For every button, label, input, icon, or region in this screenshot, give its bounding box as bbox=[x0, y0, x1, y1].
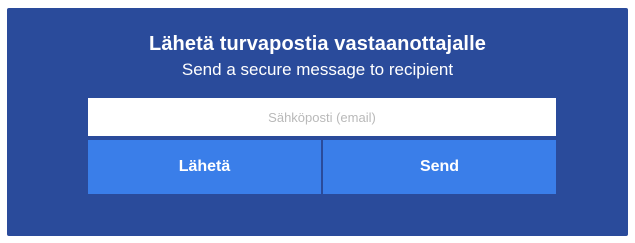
email-field-container bbox=[88, 98, 556, 136]
send-buttons: Lähetä Send bbox=[88, 140, 556, 194]
panel-subtitle: Send a secure message to recipient bbox=[181, 60, 454, 79]
send-button-english[interactable]: Send bbox=[323, 140, 556, 194]
secure-message-panel: Lähetä turvapostia vastaanottajalle Send… bbox=[7, 8, 628, 236]
email-field[interactable] bbox=[88, 98, 556, 136]
send-button-finnish[interactable]: Lähetä bbox=[88, 140, 321, 194]
panel-title: Lähetä turvapostia vastaanottajalle bbox=[149, 33, 486, 55]
